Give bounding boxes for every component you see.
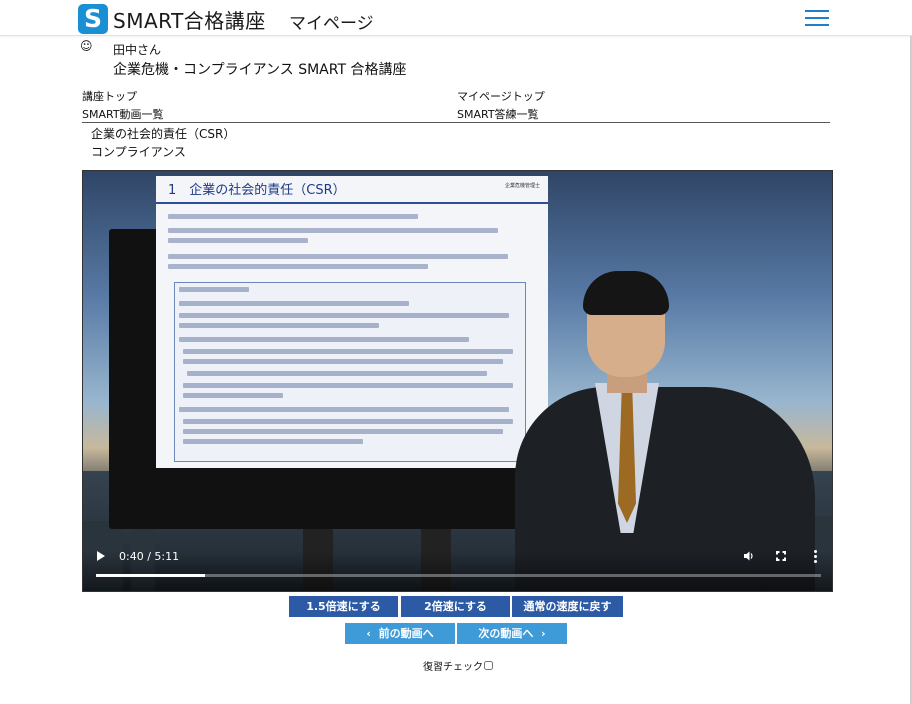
- review-check[interactable]: 復習チェック: [423, 658, 493, 673]
- smiley-icon: ☺: [80, 39, 93, 53]
- prev-video-label: 前の動画へ: [378, 627, 434, 640]
- play-icon[interactable]: [97, 551, 105, 561]
- review-check-label: 復習チェック: [423, 662, 483, 673]
- answer-list-link[interactable]: SMART答練一覧: [457, 106, 539, 122]
- logo-icon[interactable]: S: [78, 4, 108, 34]
- course-title: 企業危機・コンプライアンス SMART 合格講座: [113, 62, 407, 78]
- video-controls: [83, 551, 832, 591]
- lecturer: [515, 271, 815, 591]
- review-checkbox[interactable]: [484, 661, 493, 670]
- brand-name[interactable]: SMART合格講座: [113, 5, 266, 34]
- lecture-title: 企業の社会的責任（CSR）: [91, 127, 236, 141]
- video-time: 0:40 / 5:11: [119, 550, 180, 563]
- volume-icon[interactable]: [743, 550, 755, 562]
- hamburger-menu-icon[interactable]: [805, 8, 829, 28]
- prev-video-button[interactable]: ‹ 前の動画へ: [345, 623, 455, 644]
- nav-divider: [82, 122, 830, 123]
- user-name: 田中さん: [113, 43, 162, 57]
- speed-normal-button[interactable]: 通常の速度に戻す: [512, 596, 623, 617]
- chevron-left-icon: ‹: [366, 627, 379, 640]
- video-progress-bar[interactable]: [96, 574, 821, 577]
- video-list-link[interactable]: SMART動画一覧: [82, 106, 164, 122]
- video-progress-fill: [96, 574, 205, 577]
- slide-corner-label: 企業危機管理士: [504, 183, 540, 189]
- next-video-label: 次の動画へ: [478, 627, 534, 640]
- lecture-category: コンプライアンス: [91, 145, 186, 159]
- page-title: マイページ: [289, 14, 374, 34]
- chevron-right-icon: ›: [533, 627, 546, 640]
- site-header: S SMART合格講座 マイページ: [0, 0, 912, 36]
- lecture-slide: 1 企業の社会的責任（CSR） 企業危機管理士: [156, 176, 548, 468]
- more-options-icon[interactable]: [813, 550, 817, 563]
- video-player[interactable]: 1 企業の社会的責任（CSR） 企業危機管理士 0:40 / 5:11: [82, 170, 833, 592]
- speed-1-5x-button[interactable]: 1.5倍速にする: [289, 596, 398, 617]
- speed-2x-button[interactable]: 2倍速にする: [401, 596, 510, 617]
- mypage-top-link[interactable]: マイページトップ: [457, 88, 545, 104]
- next-video-button[interactable]: 次の動画へ ›: [457, 623, 567, 644]
- slide-csr-box: [174, 282, 526, 462]
- slide-heading: 1 企業の社会的責任（CSR） 企業危機管理士: [156, 176, 548, 204]
- course-top-link[interactable]: 講座トップ: [82, 88, 137, 104]
